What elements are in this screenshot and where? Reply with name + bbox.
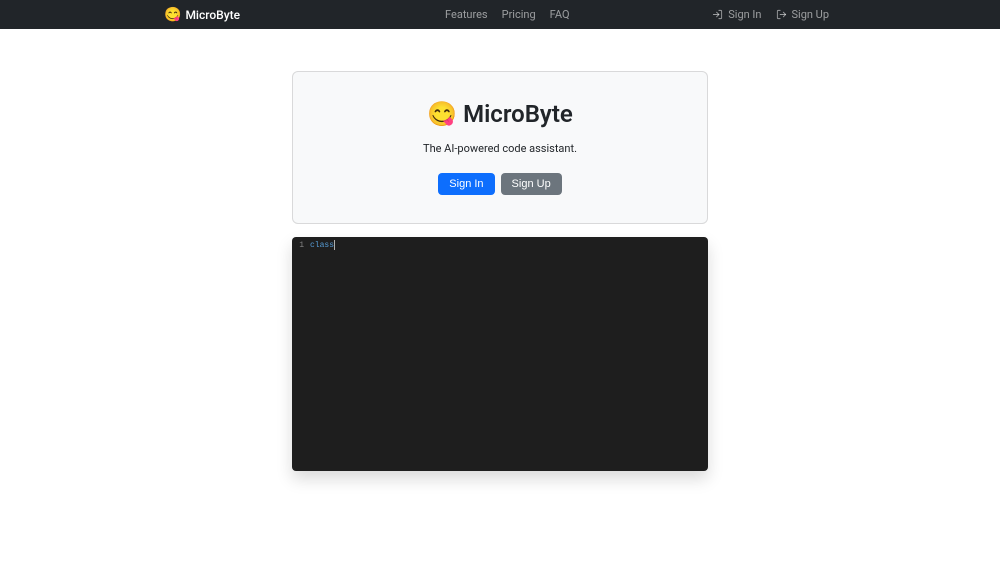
code-editor[interactable]: 1 class — [292, 237, 708, 471]
nav-signin-label: Sign In — [728, 8, 761, 21]
nav-right: Sign In Sign Up — [712, 8, 829, 21]
signup-button[interactable]: Sign Up — [501, 173, 562, 195]
editor-keyword: class — [310, 241, 334, 250]
editor-gutter: 1 — [292, 240, 310, 471]
hero-buttons: Sign In Sign Up — [313, 173, 687, 195]
editor-content[interactable]: class — [310, 240, 708, 471]
nav-faq[interactable]: FAQ — [550, 8, 570, 21]
nav-center: Features Pricing FAQ — [445, 8, 569, 21]
editor-cursor — [334, 240, 335, 250]
hero-title: 😋 MicroByte — [313, 100, 687, 128]
hero-title-text: MicroByte — [463, 100, 573, 128]
signin-button[interactable]: Sign In — [438, 173, 494, 195]
hero-subtitle: The AI-powered code assistant. — [313, 142, 687, 155]
nav-signup-label: Sign Up — [792, 8, 830, 21]
signin-icon — [712, 9, 723, 20]
nav-pricing[interactable]: Pricing — [502, 8, 536, 21]
brand-link[interactable]: 😋 MicroByte — [164, 7, 240, 23]
navbar: 😋 MicroByte Features Pricing FAQ Sign In… — [0, 0, 1000, 29]
main-container: 😋 MicroByte The AI-powered code assistan… — [292, 71, 708, 471]
nav-signup[interactable]: Sign Up — [776, 8, 830, 21]
hero-emoji: 😋 — [427, 100, 457, 128]
brand-emoji: 😋 — [164, 7, 181, 23]
brand-name: MicroByte — [185, 8, 240, 22]
hero-card: 😋 MicroByte The AI-powered code assistan… — [292, 71, 708, 224]
nav-signin[interactable]: Sign In — [712, 8, 761, 21]
signup-icon — [776, 9, 787, 20]
nav-features[interactable]: Features — [445, 8, 488, 21]
line-number: 1 — [292, 240, 304, 252]
